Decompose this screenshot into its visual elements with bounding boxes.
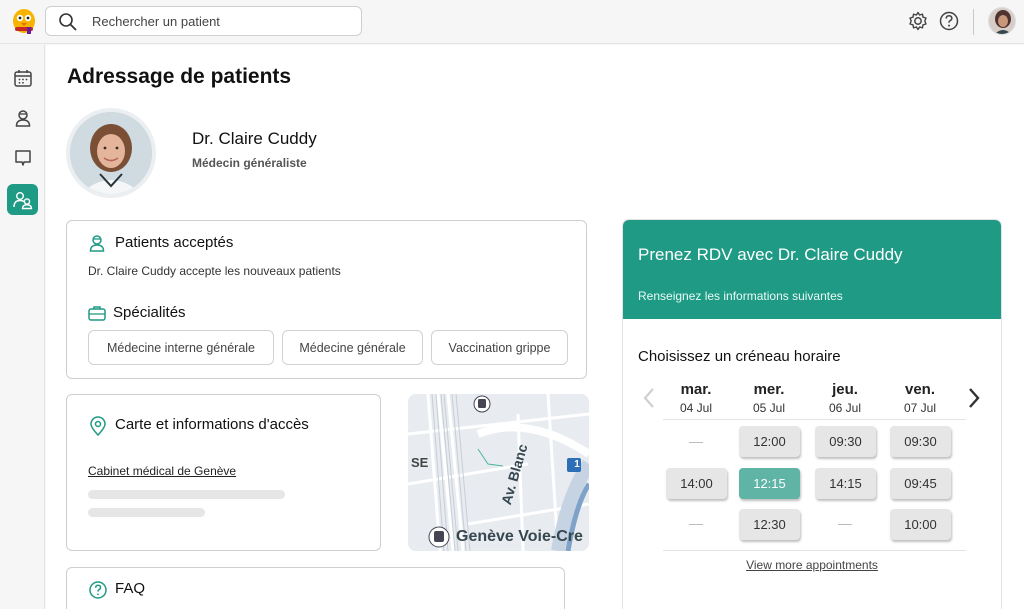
doctor-name: Dr. Claire Cuddy	[192, 129, 317, 148]
referral-icon	[12, 191, 32, 209]
day-header: mar. 04 Jul	[661, 381, 731, 415]
specialty-chip[interactable]: Médecine interne générale	[88, 330, 274, 365]
loading-placeholder	[88, 508, 205, 517]
time-slot[interactable]: 09:45	[890, 468, 951, 499]
no-slot-dash	[689, 442, 703, 443]
no-slot-dash	[838, 524, 852, 525]
sidebar-item-calendar[interactable]	[7, 62, 38, 93]
main-content: Adressage de patients Dr. Claire Cuddy M…	[46, 45, 1024, 609]
time-slot[interactable]: 14:00	[666, 468, 727, 499]
time-slot[interactable]: 12:30	[739, 509, 800, 540]
time-slot[interactable]: 09:30	[890, 426, 951, 457]
no-slot-dash	[689, 524, 703, 525]
time-slot[interactable]: 10:00	[890, 509, 951, 540]
help-icon	[89, 581, 107, 599]
faq-heading: FAQ	[115, 580, 146, 597]
search-bar[interactable]	[45, 6, 362, 36]
booking-header: Prenez RDV avec Dr. Claire Cuddy Renseig…	[623, 220, 1001, 319]
divider	[663, 419, 966, 420]
booking-subtitle: Renseignez les informations suivantes	[638, 289, 843, 303]
app-logo-icon[interactable]	[10, 7, 38, 35]
time-slot-selected[interactable]: 12:15	[739, 468, 800, 499]
day-name: mer.	[753, 381, 785, 398]
booking-title: Prenez RDV avec Dr. Claire Cuddy	[638, 245, 903, 264]
day-date: 07 Jul	[903, 401, 937, 415]
access-card: Carte et informations d'accès Cabinet mé…	[66, 394, 381, 551]
day-date: 04 Jul	[679, 401, 713, 415]
sidebar-item-messages[interactable]	[7, 142, 38, 173]
search-icon	[59, 13, 77, 31]
day-name: jeu.	[832, 381, 858, 398]
day-date: 05 Jul	[752, 401, 786, 415]
sidebar-item-referral[interactable]	[7, 184, 38, 215]
briefcase-icon	[88, 306, 106, 321]
day-header: mer. 05 Jul	[734, 381, 804, 415]
calendar-icon	[13, 69, 32, 87]
view-more-link[interactable]: View more appointments	[623, 558, 1001, 572]
slot-heading: Choisissez un créneau horaire	[638, 348, 841, 365]
specialty-chip[interactable]: Médecine générale	[282, 330, 423, 365]
page-title: Adressage de patients	[67, 65, 292, 88]
gear-icon[interactable]	[907, 10, 929, 32]
specialty-chip[interactable]: Vaccination grippe	[431, 330, 568, 365]
access-heading: Carte et informations d'accès	[115, 416, 309, 433]
divider	[973, 9, 974, 35]
patient-icon	[15, 109, 30, 127]
top-bar	[0, 0, 1024, 44]
user-avatar[interactable]	[988, 7, 1016, 35]
time-slot[interactable]: 14:15	[815, 468, 876, 499]
day-name: mar.	[680, 381, 712, 398]
chevron-left-icon[interactable]	[641, 386, 657, 410]
specialties-heading: Spécialités	[113, 304, 186, 321]
day-header: jeu. 06 Jul	[810, 381, 880, 415]
time-slot[interactable]: 12:00	[739, 426, 800, 457]
divider	[663, 550, 966, 551]
time-slot[interactable]: 09:30	[815, 426, 876, 457]
message-icon	[14, 149, 31, 166]
sidebar-item-patient[interactable]	[7, 102, 38, 133]
map-view[interactable]: SE Av. Blanc 1 Genève Voie-Cre	[408, 394, 589, 551]
help-icon[interactable]	[938, 10, 960, 32]
day-name: ven.	[904, 381, 935, 398]
search-input[interactable]	[92, 11, 352, 31]
booking-panel: Prenez RDV avec Dr. Claire Cuddy Renseig…	[623, 220, 1001, 609]
patients-heading: Patients acceptés	[115, 234, 234, 251]
location-pin-icon	[90, 416, 106, 436]
patients-card: Patients acceptés Dr. Claire Cuddy accep…	[66, 220, 587, 379]
map-edge-label: SE	[411, 455, 429, 470]
sidebar	[0, 45, 45, 609]
chevron-right-icon[interactable]	[966, 386, 982, 410]
patient-icon	[89, 235, 105, 252]
patients-text: Dr. Claire Cuddy accepte les nouveaux pa…	[88, 264, 341, 278]
loading-placeholder	[88, 490, 285, 499]
map-station-label: Genève Voie-Cre	[456, 528, 583, 545]
map-route-badge: 1	[574, 459, 580, 470]
day-header: ven. 07 Jul	[885, 381, 955, 415]
doctor-role: Médecin généraliste	[192, 156, 307, 170]
clinic-link[interactable]: Cabinet médical de Genève	[88, 464, 236, 478]
doctor-photo	[66, 108, 156, 198]
faq-card: FAQ	[66, 567, 565, 609]
day-date: 06 Jul	[828, 401, 862, 415]
